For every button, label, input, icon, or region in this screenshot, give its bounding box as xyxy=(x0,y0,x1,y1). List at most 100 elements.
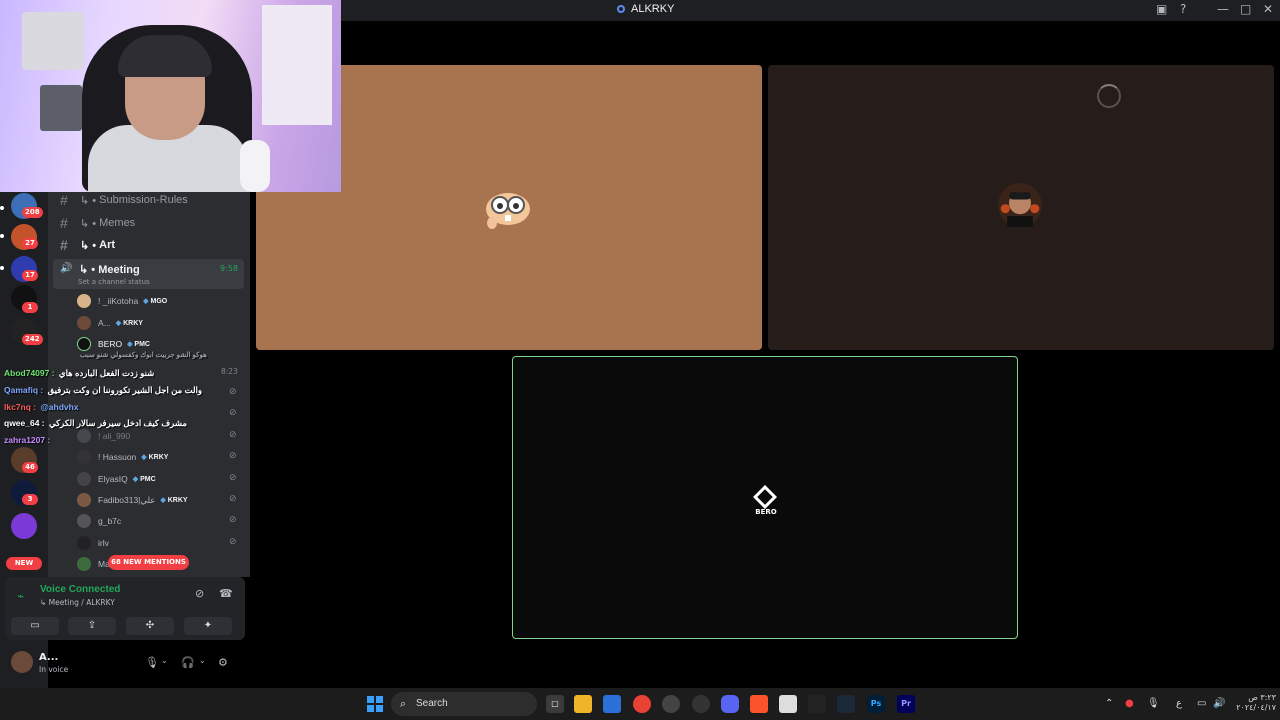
member-name: Fadibo313|علي xyxy=(98,494,156,505)
help-icon[interactable]: ? xyxy=(1180,2,1186,16)
window-title-text: ALKRKY xyxy=(631,3,675,15)
new-servers-badge[interactable]: NEW xyxy=(6,557,42,570)
channel-status[interactable]: Set a channel status xyxy=(78,278,150,286)
server-badge-3: 17 xyxy=(22,270,38,281)
microphone-icon[interactable]: 🎙 xyxy=(145,656,159,669)
member-name: ElyasIQ xyxy=(98,474,128,484)
chat-message: هوكو الشو جربيت ابوك وكفسولي شنو سبب xyxy=(80,351,207,359)
maximize-button[interactable]: □ xyxy=(1240,2,1251,16)
voice-member[interactable]: ! ali_990 xyxy=(77,427,130,445)
app-logo-icon xyxy=(617,5,625,13)
store-icon[interactable] xyxy=(603,695,621,713)
windows-start-icon[interactable] xyxy=(367,696,383,712)
chat-message: lkc7nq : @ahdvhx xyxy=(4,402,79,412)
chat-username: lkc7nq : xyxy=(4,402,37,412)
voice-member[interactable]: ! Hassuon KRKY xyxy=(77,448,168,466)
loading-spinner-icon xyxy=(1097,84,1121,108)
voice-member[interactable]: Fadibo313|علي KRKY xyxy=(77,491,188,509)
voice-channel-link[interactable]: ↳ Meeting / ALKRKY xyxy=(40,598,115,607)
task-view-icon[interactable]: ▢ xyxy=(546,695,564,713)
steam-helper-icon[interactable] xyxy=(692,695,710,713)
close-button[interactable]: ✕ xyxy=(1263,2,1273,16)
channel-art[interactable]: # ↳ • Art xyxy=(60,235,244,255)
member-tag: KRKY xyxy=(116,319,143,327)
language-indicator[interactable]: ع xyxy=(1176,698,1182,709)
deafened-icon: ⊘ xyxy=(229,451,237,461)
user-name: A... xyxy=(39,652,59,663)
chat-message: zahra1207 : xyxy=(4,435,52,445)
obs-icon[interactable] xyxy=(662,695,680,713)
channel-label: Art xyxy=(99,239,116,251)
screen-share-button[interactable]: ⇪ xyxy=(68,617,116,635)
video-tile-2[interactable] xyxy=(768,65,1274,350)
channel-submission-rules[interactable]: # ↳ • Submission-Rules xyxy=(60,190,244,210)
streamer-bandana xyxy=(118,35,212,77)
chat-username: Qamafiq : xyxy=(4,385,44,395)
member-tag: PMC xyxy=(127,340,150,348)
settings-gear-icon[interactable]: ⚙ xyxy=(218,656,228,669)
server-badge-7: 3 xyxy=(22,494,38,505)
user-avatar-photo xyxy=(998,183,1042,227)
avatar xyxy=(77,316,91,330)
taskbar-clock[interactable]: ٣:٢٣ ص ٢٠٢٤/٠٤/١٧ xyxy=(1236,693,1276,713)
capcut-icon[interactable] xyxy=(808,695,826,713)
voice-member[interactable]: A... KRKY xyxy=(77,314,143,332)
avatar[interactable] xyxy=(11,651,33,673)
headphones-icon[interactable]: 🎧 xyxy=(181,656,195,669)
member-tag: KRKY xyxy=(141,453,169,461)
server-badge-5: 242 xyxy=(22,334,43,345)
chevron-down-icon[interactable]: ⌄ xyxy=(199,656,206,665)
channel-label: ↳ • Meeting xyxy=(79,264,140,276)
disconnect-icon[interactable]: ☎ xyxy=(219,587,233,600)
activities-button[interactable]: ✣ xyxy=(126,617,174,635)
minimize-button[interactable]: — xyxy=(1217,2,1229,16)
discord-tray-icon[interactable]: ● xyxy=(1125,698,1134,709)
photoshop-icon[interactable]: Ps xyxy=(867,695,885,713)
server-icon-8[interactable] xyxy=(11,513,37,539)
server-badge-6: 46 xyxy=(22,462,38,473)
chevron-down-icon[interactable]: ⌄ xyxy=(161,656,168,665)
member-name: BERO xyxy=(98,339,123,349)
network-icon[interactable]: ▭ xyxy=(1197,698,1206,709)
title-bar xyxy=(341,0,1280,21)
soundboard-button[interactable]: ✦ xyxy=(184,617,232,635)
tray-overflow-icon[interactable]: ⌃ xyxy=(1105,698,1113,709)
voice-status[interactable]: Voice Connected xyxy=(40,584,120,595)
new-mentions-pill[interactable]: 68 NEW MENTIONS xyxy=(108,555,189,570)
chrome-icon[interactable] xyxy=(633,695,651,713)
avatar xyxy=(77,557,91,571)
voice-member[interactable]: ! _iiKotoha MGO xyxy=(77,292,167,310)
text-channel-icon: # xyxy=(60,237,68,253)
brave-icon[interactable] xyxy=(750,695,768,713)
avatar xyxy=(77,472,91,486)
discord-icon[interactable] xyxy=(721,695,739,713)
noise-suppression-icon[interactable]: ⊘ xyxy=(195,587,204,600)
voice-member[interactable]: Ma xyxy=(77,555,110,573)
mic-tray-icon[interactable]: 🎙 xyxy=(1147,698,1160,709)
deafened-icon: ⊘ xyxy=(229,430,237,440)
chat-text: شنو زدت الفعل البارده هاي xyxy=(58,368,155,378)
voice-channel-meeting[interactable]: 🔊 ↳ • Meeting 9:58 Set a channel status xyxy=(53,259,244,289)
screen-share-icon[interactable]: ▣ xyxy=(1156,2,1167,16)
thread-prefix: ↳ • xyxy=(80,239,97,252)
avatar xyxy=(77,294,91,308)
member-name: ! Hassuon xyxy=(98,452,137,462)
notepad-icon[interactable] xyxy=(779,695,797,713)
channel-memes[interactable]: # ↳ • Memes xyxy=(60,213,244,233)
chat-username: Abod74097 : xyxy=(4,368,55,378)
volume-icon[interactable]: 🔊 xyxy=(1213,698,1225,709)
premiere-icon[interactable]: Pr xyxy=(897,695,915,713)
avatar xyxy=(77,514,91,528)
file-explorer-icon[interactable] xyxy=(574,695,592,713)
user-panel: A... In voice 🎙 ⌄ 🎧 ⌄ ⚙ xyxy=(5,645,245,683)
voice-member[interactable]: g_b7c xyxy=(77,512,121,530)
steam-icon[interactable] xyxy=(837,695,855,713)
server-unread-pill xyxy=(0,206,4,210)
taskbar-search[interactable]: ⌕ Search xyxy=(391,692,537,716)
camera-button[interactable]: ▭ xyxy=(11,617,59,635)
chat-username: zahra1207 : xyxy=(4,435,51,445)
voice-member[interactable]: irlv xyxy=(77,534,109,552)
deafened-icon: ⊘ xyxy=(229,408,237,418)
voice-member[interactable]: ElyasIQ PMC xyxy=(77,470,156,488)
text-channel-icon: # xyxy=(60,192,68,208)
